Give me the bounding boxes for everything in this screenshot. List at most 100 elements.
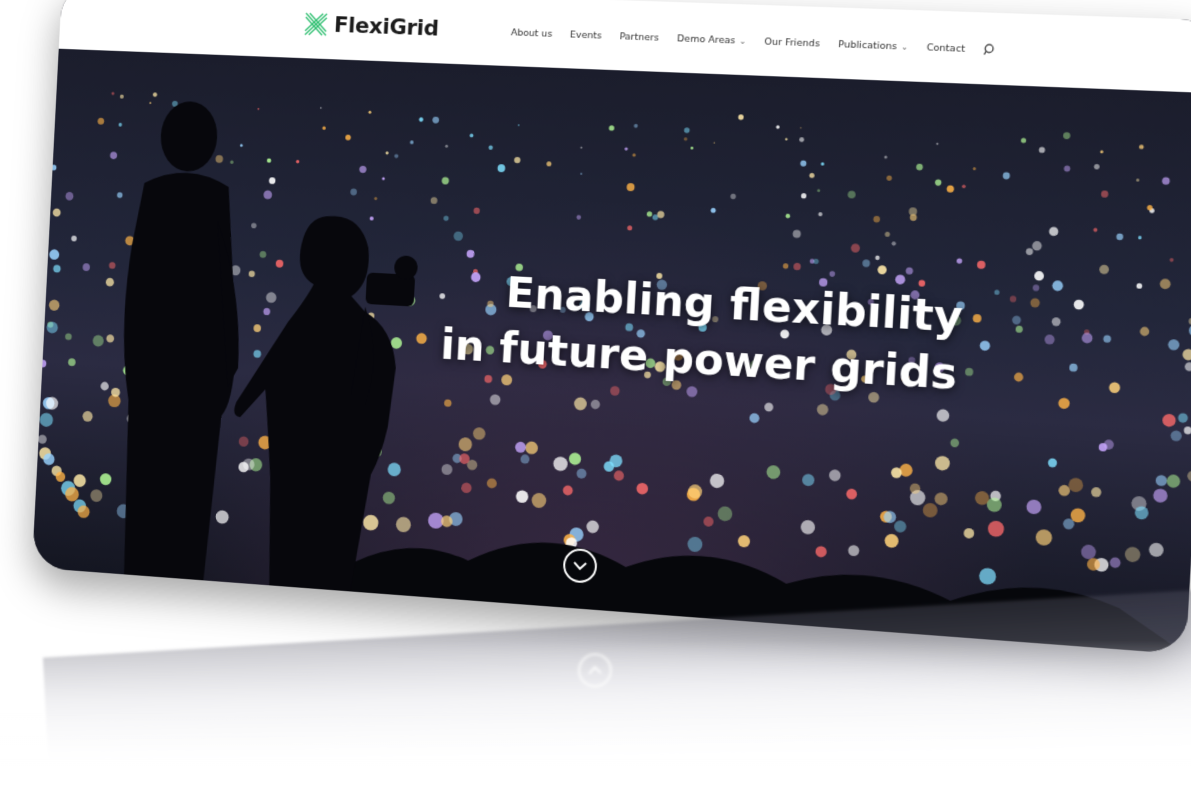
city-light (50, 164, 57, 171)
city-light (884, 155, 888, 159)
city-light (978, 567, 997, 586)
city-light (764, 402, 774, 412)
nav-item-publications[interactable]: Publications ⌄ (838, 39, 908, 53)
search-icon[interactable] (983, 43, 996, 56)
nav-item-partners[interactable]: Partners (619, 31, 659, 43)
city-light (934, 455, 951, 471)
city-light (817, 188, 821, 193)
city-light (1034, 270, 1045, 281)
city-light (1152, 488, 1168, 504)
city-light (687, 536, 703, 553)
city-light (905, 267, 914, 275)
city-light (1184, 361, 1191, 372)
city-light (633, 123, 638, 128)
city-light (1031, 240, 1043, 251)
city-light (717, 505, 733, 522)
city-light (458, 437, 473, 452)
city-light (1073, 299, 1085, 310)
city-light (609, 385, 619, 396)
city-light (591, 400, 601, 410)
city-light (1048, 226, 1059, 237)
city-light (1155, 474, 1168, 487)
city-light (820, 162, 825, 166)
city-light (646, 211, 653, 217)
city-light (613, 470, 624, 481)
city-light (815, 545, 827, 558)
city-light (576, 214, 582, 220)
city-light (738, 114, 744, 121)
brand-name: FlexiGrid (333, 12, 440, 42)
card-reflection (42, 589, 1191, 789)
city-light (587, 520, 600, 534)
city-light (1093, 163, 1100, 170)
city-light (1069, 363, 1078, 372)
city-light (956, 258, 963, 264)
city-light (1068, 477, 1084, 493)
city-light (877, 265, 887, 275)
city-light (1100, 150, 1104, 154)
city-light (1002, 172, 1011, 180)
city-light (1038, 146, 1046, 154)
city-light (1124, 546, 1141, 563)
city-light (946, 185, 955, 193)
nav-label: Contact (926, 41, 966, 55)
city-light (1177, 412, 1189, 424)
city-light (1080, 544, 1097, 560)
couple-silhouette-image (111, 100, 419, 594)
city-light (703, 516, 714, 527)
city-light (1182, 348, 1191, 361)
city-light (1100, 190, 1109, 198)
city-light (847, 544, 860, 557)
city-light (1161, 177, 1170, 185)
city-light (520, 454, 530, 464)
city-light (1170, 430, 1183, 442)
city-light (430, 196, 438, 205)
city-light (1062, 132, 1071, 140)
city-light (1044, 334, 1055, 345)
nav-label: Partners (619, 30, 660, 44)
city-light (432, 116, 440, 124)
city-light (1051, 280, 1064, 292)
city-light (1035, 528, 1053, 547)
city-light (443, 215, 449, 222)
city-light (862, 259, 871, 268)
city-light (441, 463, 453, 476)
city-light (936, 142, 939, 145)
city-light (546, 161, 552, 167)
city-light (1025, 247, 1034, 256)
city-light (828, 469, 842, 482)
city-light (576, 468, 587, 479)
city-light (922, 502, 938, 518)
city-light (472, 426, 486, 441)
reflection-gradient (42, 589, 1191, 789)
city-light (875, 255, 880, 261)
nav-item-events[interactable]: Events (570, 29, 602, 41)
nav-item-our-friends[interactable]: Our Friends (764, 36, 820, 49)
city-light (1136, 282, 1143, 289)
city-light (800, 519, 816, 535)
site-logo[interactable]: FlexiGrid (303, 11, 439, 41)
nav-item-contact[interactable]: Contact (926, 42, 965, 55)
city-light (632, 153, 636, 157)
city-light (850, 243, 861, 253)
x-grid-logo-icon (303, 11, 329, 37)
city-light (466, 249, 475, 259)
city-light (809, 172, 815, 179)
nav-item-about-us[interactable]: About us (511, 27, 553, 39)
city-light (1051, 317, 1061, 327)
city-light (562, 485, 574, 496)
city-light (453, 231, 464, 242)
city-light (1015, 325, 1023, 333)
city-light (636, 482, 649, 495)
city-light (792, 229, 802, 239)
main-menu: About us Events Partners Demo Areas ⌄ Our… (511, 26, 997, 56)
page-stage: FlexiGrid About us Events Partners Demo … (0, 0, 1191, 789)
city-light (884, 231, 891, 238)
city-light (626, 182, 635, 192)
nav-item-demo-areas[interactable]: Demo Areas ⌄ (677, 33, 747, 47)
city-light (1183, 426, 1191, 435)
city-light (916, 163, 924, 171)
city-light (884, 533, 899, 549)
city-light (1108, 381, 1121, 394)
city-light (713, 142, 716, 144)
